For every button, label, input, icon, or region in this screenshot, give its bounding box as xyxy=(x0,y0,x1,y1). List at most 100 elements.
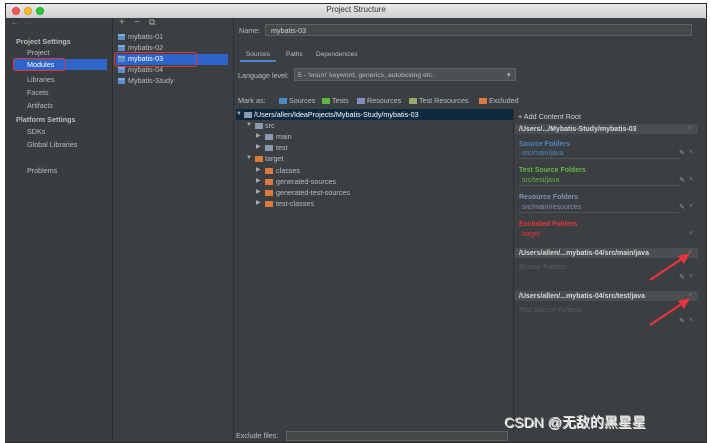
test-source-folders-label: Test Source Folders xyxy=(519,167,586,174)
tab-sources[interactable]: Sources xyxy=(246,50,270,59)
window-title: Project Structure xyxy=(326,5,386,14)
module-item-1[interactable]: mybatis-01 xyxy=(128,32,163,41)
chevron-right-icon[interactable]: ▶ xyxy=(256,199,261,208)
tab-dependencies[interactable]: Dependencies xyxy=(316,50,358,59)
sidebar-item-libraries[interactable]: Libraries xyxy=(27,75,55,84)
divider xyxy=(519,212,679,213)
chevron-down-icon[interactable]: ▼ xyxy=(246,154,252,163)
tree-item-test-classes[interactable]: test-classes xyxy=(276,199,314,208)
module-name-value: mybatis-03 xyxy=(271,26,307,35)
name-label: Name: xyxy=(239,26,261,35)
mark-resources-button[interactable]: Resources xyxy=(367,96,401,105)
remove-content-root-icon[interactable]: × xyxy=(688,125,692,132)
back-arrow-icon[interactable]: ← xyxy=(10,18,19,27)
module-item-4[interactable]: mybatis-04 xyxy=(128,65,163,74)
tree-item-generated-test-sources[interactable]: generated-test-sources xyxy=(276,188,350,197)
exclude-files-label: Exclude files: xyxy=(236,431,279,440)
sources-folder-icon xyxy=(279,98,287,104)
project-settings-header: Project Settings xyxy=(16,37,71,46)
divider xyxy=(519,185,679,186)
chevron-right-icon[interactable]: ▶ xyxy=(256,166,261,175)
annotation-arrow-icon xyxy=(649,253,690,281)
edit-pencil-icon[interactable]: ✎ xyxy=(679,149,685,157)
tree-item-main[interactable]: main xyxy=(276,132,292,141)
chevron-down-icon[interactable]: ▼ xyxy=(246,121,252,130)
excluded-folder-icon xyxy=(255,156,263,162)
excluded-folder-icon xyxy=(265,179,273,185)
root3-test-source-folders-label: Test Source Folders xyxy=(519,307,582,314)
tree-item-generated-sources[interactable]: generated-sources xyxy=(276,177,336,186)
chevron-right-icon[interactable]: ▶ xyxy=(256,188,261,197)
sidebar-item-global-libraries[interactable]: Global Libraries xyxy=(27,140,77,149)
tree-root[interactable]: /Users/allen/IdeaProjects/Mybatis-Study/… xyxy=(254,110,419,119)
sidebar-item-problems[interactable]: Problems xyxy=(27,166,57,175)
settings-sidebar xyxy=(5,18,113,441)
tree-item-test[interactable]: test xyxy=(276,143,288,152)
folder-icon xyxy=(244,112,252,118)
mark-tests-button[interactable]: Tests xyxy=(332,96,349,105)
excluded-folder-path: target xyxy=(522,231,540,238)
remove-folder-icon[interactable]: × xyxy=(689,149,693,156)
remove-folder-icon[interactable]: × xyxy=(689,203,693,210)
module-icon xyxy=(118,45,125,51)
active-tab-indicator xyxy=(240,60,276,62)
chevron-right-icon[interactable]: ▶ xyxy=(256,143,261,152)
remove-icon[interactable]: − xyxy=(134,18,140,28)
add-icon[interactable]: + xyxy=(119,18,125,28)
module-icon xyxy=(118,67,125,73)
chevron-down-icon[interactable]: ▼ xyxy=(236,110,242,119)
platform-settings-header: Platform Settings xyxy=(16,115,76,124)
divider xyxy=(519,158,679,159)
edit-pencil-icon[interactable]: ✎ xyxy=(679,176,685,184)
annotation-arrow-icon xyxy=(649,298,690,326)
title-bar: Project Structure xyxy=(6,4,706,19)
test-source-folder-path: src/test/java xyxy=(522,177,560,184)
module-name-input[interactable] xyxy=(265,24,692,36)
chevron-right-icon[interactable]: ▶ xyxy=(256,177,261,186)
source-folders-label: Source Folders xyxy=(519,141,570,148)
tree-item-target[interactable]: target xyxy=(265,154,283,163)
resources-folder-icon xyxy=(357,98,365,104)
excluded-folders-label: Excluded Folders xyxy=(519,221,578,228)
resource-folders-label: Resource Folders xyxy=(519,194,579,201)
add-content-root-button[interactable]: + Add Content Root xyxy=(518,112,581,121)
sidebar-item-facets[interactable]: Facets xyxy=(27,88,49,97)
edit-pencil-icon[interactable]: ✎ xyxy=(679,203,685,211)
tab-paths[interactable]: Paths xyxy=(286,50,303,59)
excluded-folder-icon xyxy=(265,190,273,196)
folder-icon xyxy=(265,145,273,151)
tests-folder-icon xyxy=(322,98,330,104)
mark-excluded-button[interactable]: Excluded xyxy=(489,96,519,105)
source-folder-path: src/main/java xyxy=(522,150,564,157)
content-root-path-3: /Users/allen/...mybatis-04/src/test/java xyxy=(519,293,646,300)
watermark: CSDN @无敌的黑星星 xyxy=(504,414,646,430)
mark-as-label: Mark as: xyxy=(238,96,266,105)
folder-icon xyxy=(265,134,273,140)
mark-sources-button[interactable]: Sources xyxy=(289,96,315,105)
remove-folder-icon[interactable]: × xyxy=(689,230,693,237)
exclude-files-input[interactable] xyxy=(286,431,508,441)
module-icon xyxy=(118,78,125,84)
folder-icon xyxy=(255,123,263,129)
module-item-2[interactable]: mybatis-02 xyxy=(128,43,163,52)
content-root-path-1: /Users/.../Mybatis-Study/mybatis-03 xyxy=(519,126,637,133)
sidebar-item-artifacts[interactable]: Artifacts xyxy=(27,101,53,110)
content-root-path-2: /Users/allen/...mybatis-04/src/main/java xyxy=(519,250,649,257)
chevron-right-icon[interactable]: ▶ xyxy=(256,132,261,141)
tree-item-src[interactable]: src xyxy=(265,121,275,130)
test-resources-folder-icon xyxy=(409,98,417,104)
copy-icon[interactable]: ⧉ xyxy=(149,18,155,27)
module-item-5[interactable]: Mybatis-Study xyxy=(128,76,174,85)
tree-item-classes[interactable]: classes xyxy=(276,166,300,175)
forward-arrow-icon[interactable]: → xyxy=(22,18,31,27)
resource-folder-path: src/main/resources xyxy=(522,204,582,211)
chevron-down-icon[interactable]: ▾ xyxy=(507,71,511,79)
sidebar-item-project[interactable]: Project xyxy=(27,48,49,57)
language-level-value: 5 - 'enum' keyword, generics, autoboxing… xyxy=(298,72,434,79)
sidebar-item-sdks[interactable]: SDKs xyxy=(27,127,45,136)
mark-test-resources-button[interactable]: Test Resources xyxy=(419,96,469,105)
excluded-folder-icon xyxy=(479,98,487,104)
excluded-folder-icon xyxy=(265,168,273,174)
remove-folder-icon[interactable]: × xyxy=(689,176,693,183)
root2-source-folders-label: Source Folders xyxy=(519,264,567,271)
